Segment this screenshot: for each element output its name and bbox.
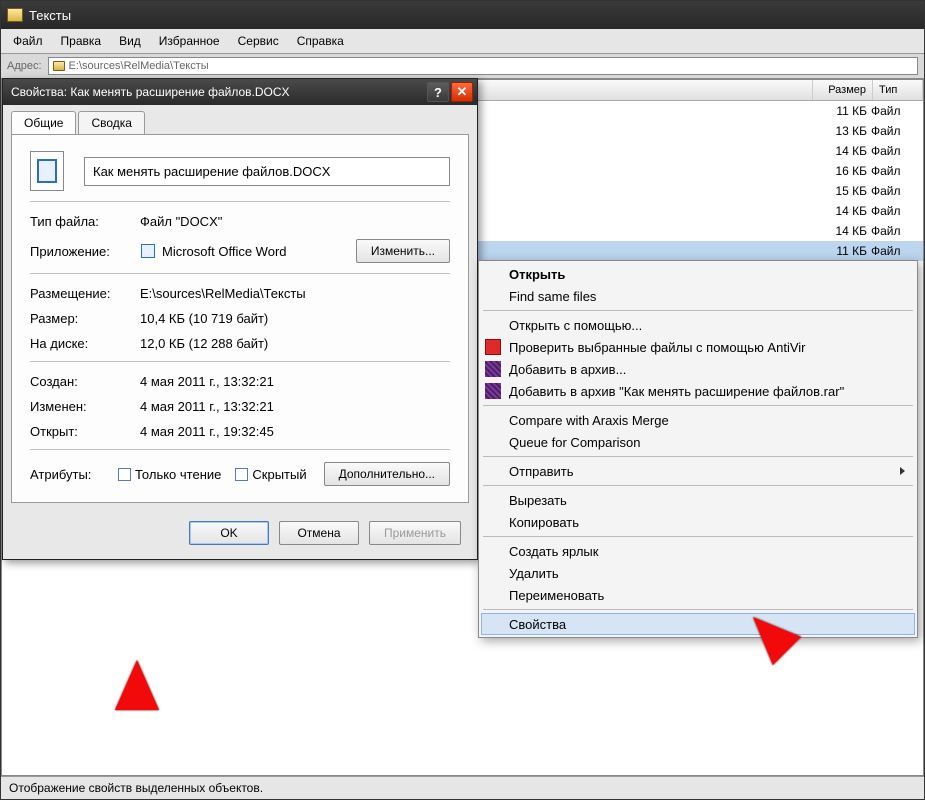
menu-bar: Файл Правка Вид Избранное Сервис Справка <box>1 29 924 54</box>
label-ondisk: На диске: <box>30 336 140 351</box>
file-size: 11 КБ <box>807 244 867 258</box>
ctx-properties[interactable]: Свойства <box>481 613 915 635</box>
value-modified: 4 мая 2011 г., 13:32:21 <box>140 399 450 414</box>
ctx-rename[interactable]: Переименовать <box>481 584 915 606</box>
value-opened: 4 мая 2011 г., 19:32:45 <box>140 424 450 439</box>
label-attrs: Атрибуты: <box>30 467 118 482</box>
explorer-titlebar[interactable]: Тексты <box>1 1 924 29</box>
ctx-send-to[interactable]: Отправить <box>481 460 915 482</box>
explorer-title-text: Тексты <box>29 8 71 23</box>
address-text: E:\sources\RelMedia\Тексты <box>69 60 209 72</box>
value-created: 4 мая 2011 г., 13:32:21 <box>140 374 450 389</box>
label-size: Размер: <box>30 311 140 326</box>
value-app: Microsoft Office Word <box>162 244 287 259</box>
address-label: Адрес: <box>7 60 42 72</box>
ctx-copy[interactable]: Копировать <box>481 511 915 533</box>
file-type: Файл <box>867 224 917 238</box>
ctx-add-archive[interactable]: Добавить в архив... <box>481 358 915 380</box>
readonly-checkbox[interactable]: Только чтение <box>118 467 221 482</box>
annotation-arrow <box>115 660 159 710</box>
label-location: Размещение: <box>30 286 140 301</box>
status-bar: Отображение свойств выделенных объектов. <box>1 776 924 799</box>
file-size: 14 КБ <box>807 144 867 158</box>
file-type: Файл <box>867 184 917 198</box>
ctx-find-same[interactable]: Find same files <box>481 285 915 307</box>
cancel-button[interactable]: Отмена <box>279 521 359 545</box>
help-button[interactable]: ? <box>427 82 449 102</box>
ctx-open-with[interactable]: Открыть с помощью... <box>481 314 915 336</box>
dialog-title-text: Свойства: Как менять расширение файлов.D… <box>11 85 290 99</box>
value-type: Файл "DOCX" <box>140 214 450 229</box>
dialog-titlebar[interactable]: Свойства: Как менять расширение файлов.D… <box>3 79 477 105</box>
ctx-create-shortcut[interactable]: Создать ярлык <box>481 540 915 562</box>
close-button[interactable]: ✕ <box>451 82 473 102</box>
label-modified: Изменен: <box>30 399 140 414</box>
file-size: 14 КБ <box>807 224 867 238</box>
ctx-open[interactable]: Открыть <box>481 263 915 285</box>
tab-general[interactable]: Общие <box>11 111 76 134</box>
hidden-checkbox[interactable]: Скрытый <box>235 467 306 482</box>
filename-input[interactable]: Как менять расширение файлов.DOCX <box>84 157 450 186</box>
ctx-cut[interactable]: Вырезать <box>481 489 915 511</box>
file-type: Файл <box>867 124 917 138</box>
change-app-button[interactable]: Изменить... <box>356 239 450 263</box>
word-icon <box>140 243 156 259</box>
file-type-icon <box>30 151 64 191</box>
ctx-antivir[interactable]: Проверить выбранные файлы с помощью Anti… <box>481 336 915 358</box>
tab-summary[interactable]: Сводка <box>78 111 145 134</box>
apply-button[interactable]: Применить <box>369 521 461 545</box>
file-size: 15 КБ <box>807 184 867 198</box>
ctx-queue-compare[interactable]: Queue for Comparison <box>481 431 915 453</box>
advanced-button[interactable]: Дополнительно... <box>324 462 450 486</box>
properties-dialog: Свойства: Как менять расширение файлов.D… <box>2 78 478 560</box>
ctx-add-archive-named[interactable]: Добавить в архив "Как менять расширение … <box>481 380 915 402</box>
folder-icon <box>7 8 23 22</box>
value-ondisk: 12,0 КБ (12 288 байт) <box>140 336 450 351</box>
menu-view[interactable]: Вид <box>111 31 149 51</box>
context-menu: Открыть Find same files Открыть с помощь… <box>478 260 918 638</box>
menu-help[interactable]: Справка <box>289 31 352 51</box>
col-size[interactable]: Размер <box>813 80 873 100</box>
address-input[interactable]: E:\sources\RelMedia\Тексты <box>48 57 918 75</box>
antivir-icon <box>485 339 501 355</box>
label-type: Тип файла: <box>30 214 140 229</box>
dialog-tabs: Общие Сводка <box>3 105 477 134</box>
ok-button[interactable]: OK <box>189 521 269 545</box>
menu-favorites[interactable]: Избранное <box>151 31 228 51</box>
file-type: Файл <box>867 164 917 178</box>
menu-file[interactable]: Файл <box>5 31 51 51</box>
file-size: 14 КБ <box>807 204 867 218</box>
dialog-panel: Как менять расширение файлов.DOCX Тип фа… <box>11 134 469 503</box>
file-type: Файл <box>867 204 917 218</box>
file-size: 16 КБ <box>807 164 867 178</box>
archive-icon <box>485 361 501 377</box>
ctx-araxis-compare[interactable]: Compare with Araxis Merge <box>481 409 915 431</box>
menu-edit[interactable]: Правка <box>53 31 110 51</box>
address-bar: Адрес: E:\sources\RelMedia\Тексты <box>1 54 924 79</box>
label-created: Создан: <box>30 374 140 389</box>
col-type[interactable]: Тип <box>873 80 923 100</box>
value-size: 10,4 КБ (10 719 байт) <box>140 311 450 326</box>
file-size: 11 КБ <box>807 104 867 118</box>
file-size: 13 КБ <box>807 124 867 138</box>
menu-tools[interactable]: Сервис <box>230 31 287 51</box>
archive-icon <box>485 383 501 399</box>
ctx-delete[interactable]: Удалить <box>481 562 915 584</box>
folder-icon <box>53 61 65 71</box>
file-type: Файл <box>867 144 917 158</box>
value-location: E:\sources\RelMedia\Тексты <box>140 286 450 301</box>
file-type: Файл <box>867 244 917 258</box>
dialog-footer: OK Отмена Применить <box>3 511 477 559</box>
label-app: Приложение: <box>30 244 140 259</box>
file-type: Файл <box>867 104 917 118</box>
label-opened: Открыт: <box>30 424 140 439</box>
